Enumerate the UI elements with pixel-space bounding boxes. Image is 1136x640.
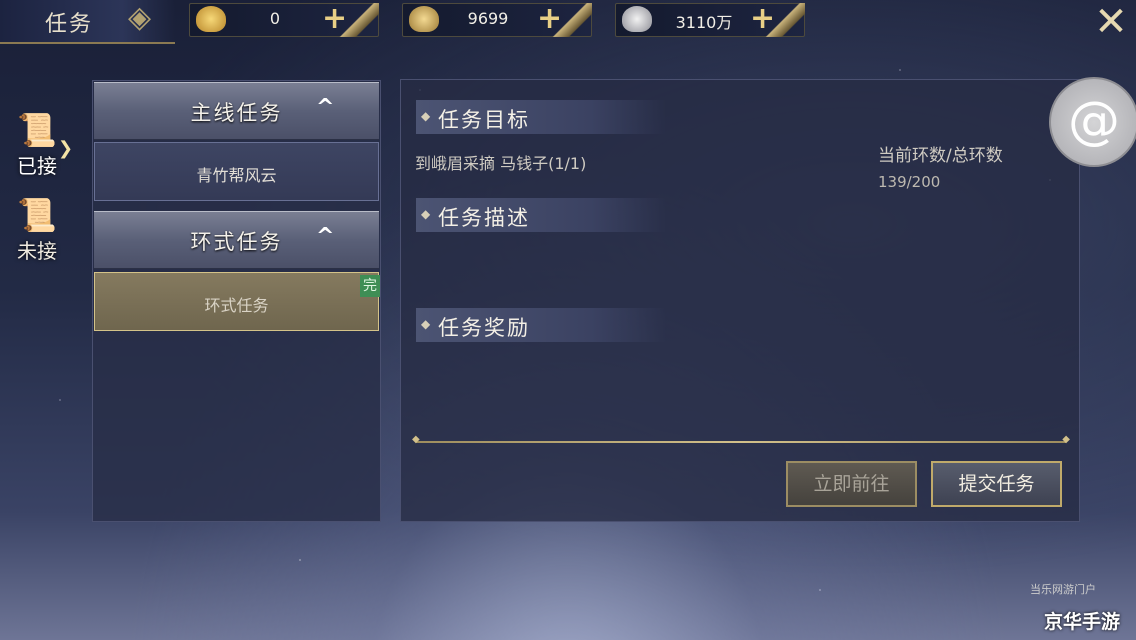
ornament-icon: ◈ [128,0,152,35]
gold-ingot-bundle-icon [409,6,439,32]
task-item[interactable]: 青竹帮风云 [94,142,379,201]
swirl-emblem-icon[interactable]: @ [1049,77,1136,167]
section-title: 任务描述 [438,206,530,230]
go-now-button[interactable]: 立即前往 [786,461,917,507]
loop-count-label: 当前环数/总环数 [878,146,1003,166]
section-reward-header: ◆ 任务奖励 [416,308,666,342]
complete-badge: 完 [360,275,380,297]
loop-count-value: 139/200 [878,173,941,191]
currency-ingot-value: 9699 [467,9,509,28]
chevron-up-icon: ^ [316,224,335,249]
section-description-header: ◆ 任务描述 [416,198,666,232]
active-tab-arrow-icon: ❯ [58,138,74,159]
task-item-selected[interactable]: 环式任务 完 [94,272,380,331]
add-gold-button[interactable]: + [322,1,347,36]
category-label: 环式任务 [190,230,283,254]
currency-ingot: 9699 + [402,1,592,37]
close-button[interactable]: ✕ [1090,2,1132,44]
diamond-icon: ◆ [421,109,431,123]
chevron-up-icon: ^ [316,95,335,120]
tab-unaccepted[interactable]: 📜 未接 [2,195,72,275]
category-main-quest[interactable]: 主线任务 ^ [94,82,379,140]
diamond-icon: ◆ [421,317,431,331]
section-title: 任务奖励 [438,316,530,340]
tab-unaccepted-label: 未接 [17,239,57,263]
category-loop-quest[interactable]: 环式任务 ^ [94,211,379,269]
page-title: 任务 [45,12,94,37]
add-silver-button[interactable]: + [750,1,775,36]
task-list-panel: 主线任务 ^ 青竹帮风云 环式任务 ^ 环式任务 完 [92,80,381,522]
submit-task-button[interactable]: 提交任务 [931,461,1062,507]
category-label: 主线任务 [190,101,283,125]
currency-gold: 0 + [189,1,379,37]
currency-gold-value: 0 [269,9,281,28]
gold-ingot-icon [196,6,226,32]
currency-silver-value: 3110万 [675,13,733,32]
silver-ingot-icon [622,6,652,32]
objective-text: 到峨眉采摘 马钱子(1/1) [415,154,587,173]
watermark-site: 当乐网游门户 [1030,583,1096,596]
task-detail-panel: ◆ 任务目标 到峨眉采摘 马钱子(1/1) 当前环数/总环数 139/200 ◆… [400,79,1080,522]
watermark-brand: 京华手游 [1044,611,1121,633]
section-objective-header: ◆ 任务目标 [416,100,666,134]
section-title: 任务目标 [438,108,530,132]
add-ingot-button[interactable]: + [537,1,562,36]
divider [412,434,1070,445]
title-tab: 任务 ◈ [0,0,175,44]
scroll-bundle-icon: 📜 [17,196,57,234]
task-item-label: 环式任务 [204,296,269,315]
diamond-icon: ◆ [421,207,431,221]
currency-silver: 3110万 + [615,1,805,37]
task-item-label: 青竹帮风云 [196,166,277,185]
